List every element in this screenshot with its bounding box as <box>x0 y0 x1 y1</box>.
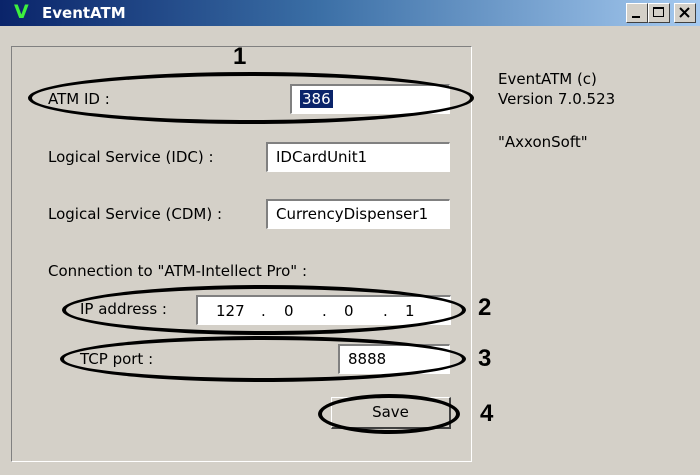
annotation-number-4: 4 <box>480 400 494 427</box>
ip-address-input[interactable]: 127 . 0 . 0 . 1 <box>196 295 451 325</box>
ip-octet-3[interactable]: 0 <box>344 302 354 320</box>
event-atm-window: V EventATM ATM ID : 386 Logical Service … <box>0 0 700 475</box>
ip-address-label: IP address : <box>80 300 167 318</box>
ip-separator: . <box>261 302 266 320</box>
close-icon <box>679 7 690 18</box>
maximize-icon <box>653 7 664 17</box>
connection-heading: Connection to "ATM-Intellect Pro" : <box>48 262 307 280</box>
title-bar[interactable]: V EventATM <box>0 0 700 26</box>
app-icon: V <box>14 1 29 23</box>
app-vendor: "AxxonSoft" <box>498 133 588 151</box>
maximize-button[interactable] <box>648 3 670 23</box>
save-button[interactable]: Save <box>331 397 451 429</box>
ip-separator: . <box>322 302 327 320</box>
app-version: Version 7.0.523 <box>498 90 616 108</box>
ip-octet-2[interactable]: 0 <box>284 302 294 320</box>
minimize-icon <box>632 16 640 18</box>
close-button[interactable] <box>674 3 696 23</box>
minimize-button[interactable] <box>626 3 648 23</box>
cdm-input[interactable]: CurrencyDispenser1 <box>266 199 450 229</box>
annotation-number-3: 3 <box>478 345 492 372</box>
atm-id-label: ATM ID : <box>48 90 110 108</box>
idc-label: Logical Service (IDC) : <box>48 148 214 166</box>
ip-octet-4[interactable]: 1 <box>405 302 415 320</box>
atm-id-value: 386 <box>300 90 333 108</box>
annotation-number-1: 1 <box>233 43 247 70</box>
ip-separator: . <box>383 302 388 320</box>
annotation-number-2: 2 <box>478 294 492 321</box>
ip-octet-1[interactable]: 127 <box>216 302 245 320</box>
window-title: EventATM <box>42 4 126 22</box>
atm-id-input[interactable]: 386 <box>290 84 450 114</box>
cdm-label: Logical Service (CDM) : <box>48 205 223 223</box>
app-copyright: EventATM (c) <box>498 70 597 88</box>
tcp-port-label: TCP port : <box>80 350 154 368</box>
tcp-port-input[interactable]: 8888 <box>338 344 450 374</box>
idc-input[interactable]: IDCardUnit1 <box>266 142 450 172</box>
